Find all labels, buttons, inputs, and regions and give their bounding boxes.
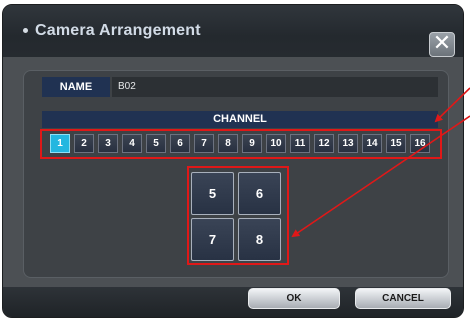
- channel-arrow: [434, 87, 470, 123]
- layout-arrow: [291, 115, 470, 238]
- cancel-button[interactable]: CANCEL: [355, 288, 451, 309]
- annotation-arrows: [291, 87, 470, 238]
- ok-button[interactable]: OK: [248, 288, 340, 309]
